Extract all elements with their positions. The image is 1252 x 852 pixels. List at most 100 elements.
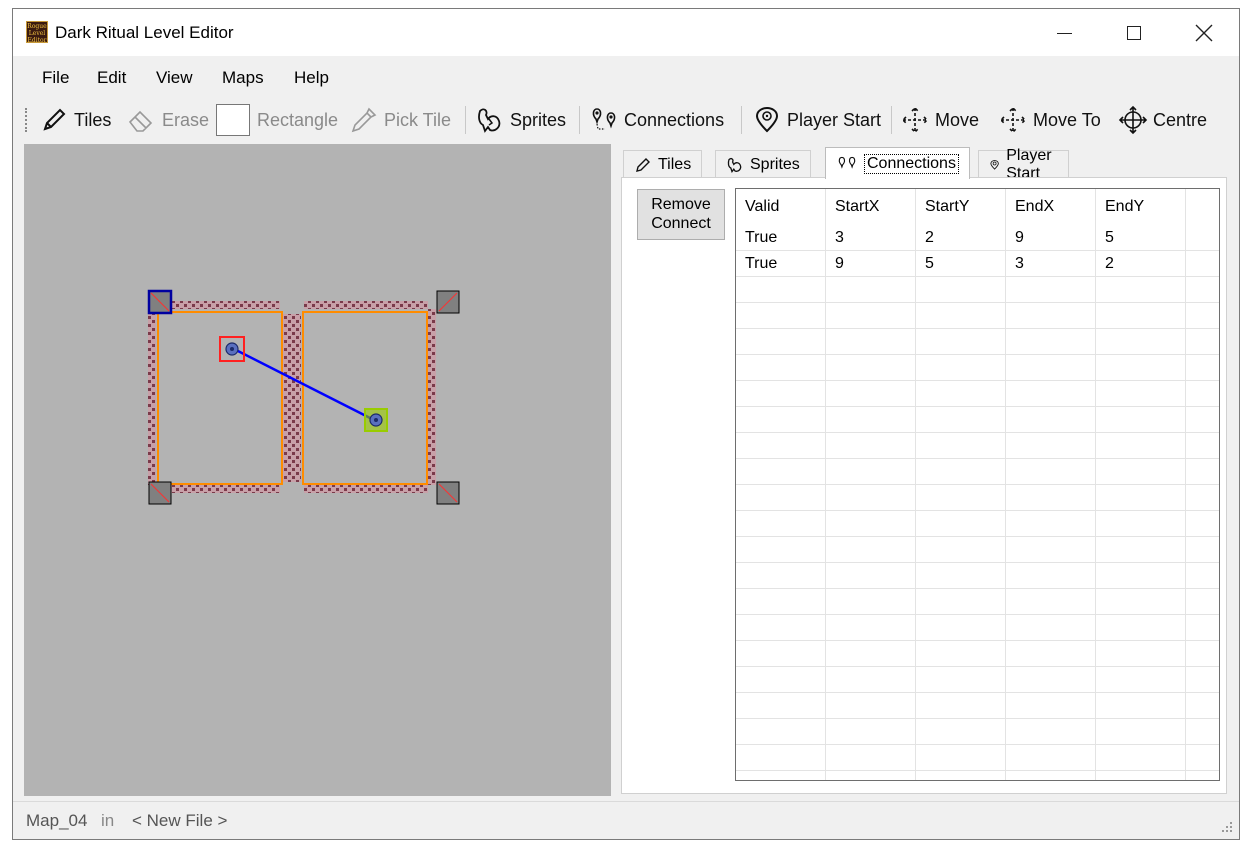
empty-cell	[916, 433, 1006, 459]
move-tool-button[interactable]: Move	[900, 104, 979, 136]
tiles-tool-button[interactable]: Tiles	[39, 104, 111, 136]
empty-cell	[736, 459, 826, 485]
corner-bottom-right[interactable]	[436, 481, 460, 505]
minimize-button[interactable]	[1029, 9, 1099, 56]
corner-top-right[interactable]	[436, 290, 460, 314]
corner-top-left[interactable]	[147, 289, 173, 315]
move-to-tool-button[interactable]: Move To	[998, 104, 1101, 136]
pick-tile-tool-button[interactable]: Pick Tile	[349, 104, 451, 136]
empty-cell	[1186, 693, 1219, 719]
empty-cell	[916, 485, 1006, 511]
empty-cell	[1006, 563, 1096, 589]
empty-cell	[826, 511, 916, 537]
empty-cell	[1006, 459, 1096, 485]
column-header-startx[interactable]: StartX	[826, 189, 916, 225]
empty-cell	[736, 485, 826, 511]
empty-cell	[826, 459, 916, 485]
cell-starty[interactable]: 2	[916, 225, 1006, 251]
player-start-tool-button[interactable]: Player Start	[752, 104, 881, 136]
room-right[interactable]	[302, 311, 428, 485]
close-icon	[1195, 24, 1213, 42]
column-header-starty[interactable]: StartY	[916, 189, 1006, 225]
toolbar: Tiles Erase Rectangle Pick Tile Sprites …	[13, 96, 1239, 142]
empty-cell	[1006, 433, 1096, 459]
empty-table-row	[736, 771, 1219, 780]
remove-connect-button[interactable]: Remove Connect	[637, 189, 725, 240]
empty-cell	[826, 589, 916, 615]
empty-cell	[1186, 329, 1219, 355]
toolbar-grip[interactable]	[25, 108, 28, 132]
menu-edit[interactable]: Edit	[97, 68, 126, 88]
pencil-icon	[636, 157, 650, 172]
empty-cell	[736, 407, 826, 433]
empty-cell	[1186, 433, 1219, 459]
empty-cell	[916, 745, 1006, 771]
empty-cell	[736, 277, 826, 303]
column-header-valid[interactable]: Valid	[736, 189, 826, 225]
centre-tool-button[interactable]: Centre	[1118, 104, 1207, 136]
tab-player-start[interactable]: Player Start	[978, 147, 1070, 182]
column-header-endx[interactable]: EndX	[1006, 189, 1096, 225]
empty-cell	[736, 693, 826, 719]
empty-table-row	[736, 693, 1219, 719]
empty-cell	[916, 693, 1006, 719]
close-button[interactable]	[1169, 9, 1239, 56]
empty-cell	[1186, 745, 1219, 771]
cell-starty[interactable]: 5	[916, 251, 1006, 277]
connections-grid[interactable]: Valid StartX StartY EndX EndY True 3 2 9…	[735, 188, 1220, 781]
menu-view[interactable]: View	[156, 68, 193, 88]
connections-tool-button[interactable]: Connections	[589, 104, 724, 136]
cell-startx[interactable]: 3	[826, 225, 916, 251]
minimize-icon	[1056, 32, 1072, 34]
pick-tile-tool-label: Pick Tile	[384, 109, 452, 130]
app-logo-icon: Rogue Level Editor	[26, 21, 48, 43]
toolbar-separator	[741, 106, 742, 134]
empty-cell	[1096, 615, 1186, 641]
empty-cell	[826, 303, 916, 329]
resize-grip-icon[interactable]	[1221, 821, 1233, 833]
empty-cell	[1006, 641, 1096, 667]
rectangle-icon	[216, 104, 250, 136]
empty-table-row	[736, 485, 1219, 511]
tab-connections[interactable]: Connections	[825, 147, 970, 179]
cell-endx[interactable]: 3	[1006, 251, 1096, 277]
empty-cell	[826, 381, 916, 407]
empty-cell	[826, 745, 916, 771]
column-header-endy[interactable]: EndY	[1096, 189, 1186, 225]
player-start-pin-icon	[755, 106, 779, 133]
cell-startx[interactable]: 9	[826, 251, 916, 277]
empty-cell	[1096, 381, 1186, 407]
maximize-button[interactable]	[1099, 9, 1169, 56]
tab-tiles[interactable]: Tiles	[623, 150, 703, 178]
table-row[interactable]: True 3 2 9 5	[736, 225, 1219, 251]
empty-cell	[1096, 407, 1186, 433]
cell-valid[interactable]: True	[736, 225, 826, 251]
sprites-tool-button[interactable]: Sprites	[475, 104, 566, 136]
cell-endy[interactable]: 5	[1096, 225, 1186, 251]
empty-table-row	[736, 303, 1219, 329]
empty-cell	[736, 433, 826, 459]
empty-cell	[916, 511, 1006, 537]
erase-tool-button[interactable]: Erase	[127, 104, 209, 136]
wall-left	[148, 309, 156, 485]
empty-cell	[1096, 563, 1186, 589]
map-view[interactable]	[24, 144, 611, 796]
empty-cell	[916, 303, 1006, 329]
corner-bottom-left[interactable]	[148, 481, 172, 505]
map-canvas[interactable]	[24, 144, 611, 796]
menu-file[interactable]: File	[42, 68, 69, 88]
empty-cell	[1006, 381, 1096, 407]
rectangle-tool-button[interactable]: Rectangle	[216, 104, 338, 136]
cell-endx[interactable]: 9	[1006, 225, 1096, 251]
menu-help[interactable]: Help	[294, 68, 329, 88]
menu-maps[interactable]: Maps	[222, 68, 264, 88]
move-arrows-icon	[901, 106, 929, 134]
table-row[interactable]: True 9 5 3 2	[736, 251, 1219, 277]
empty-cell	[826, 329, 916, 355]
empty-cell	[1006, 355, 1096, 381]
connection-end-marker[interactable]	[364, 408, 388, 432]
cell-endy[interactable]: 2	[1096, 251, 1186, 277]
tab-sprites[interactable]: Sprites	[715, 150, 811, 178]
empty-cell	[736, 667, 826, 693]
cell-valid[interactable]: True	[736, 251, 826, 277]
